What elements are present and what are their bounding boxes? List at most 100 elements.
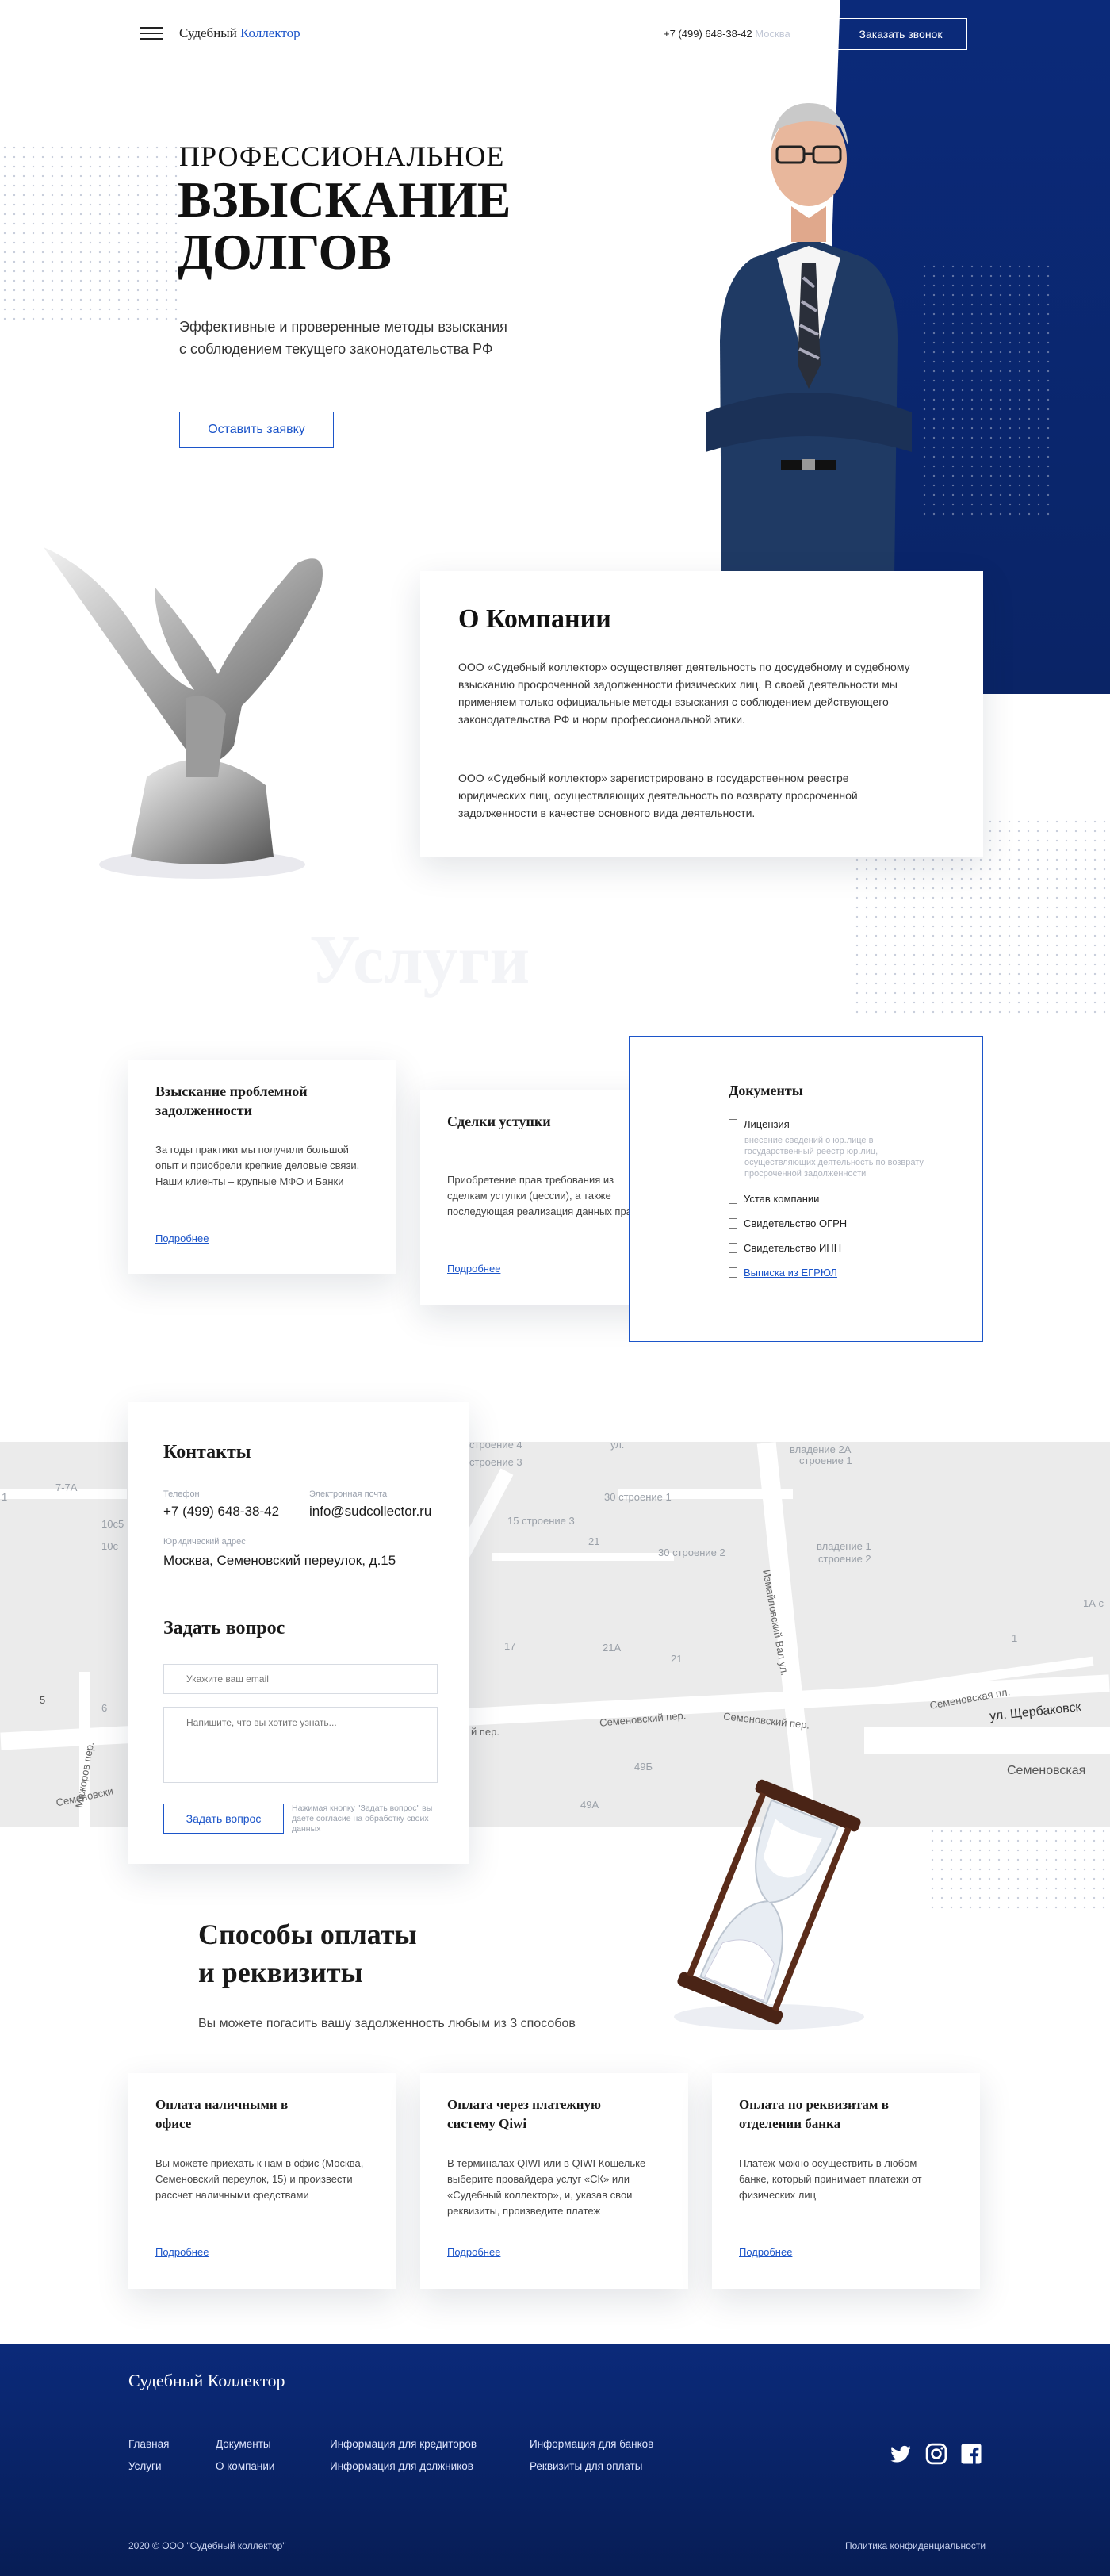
map-label: 21 bbox=[588, 1535, 600, 1547]
document-item-inn[interactable]: Свидетельство ИНН bbox=[729, 1241, 841, 1255]
payment-card-more-link[interactable]: Подробнее bbox=[155, 2246, 209, 2258]
documents-title: Документы bbox=[729, 1083, 803, 1098]
facebook-icon[interactable] bbox=[959, 2442, 983, 2466]
service-card-more-link[interactable]: Подробнее bbox=[155, 1232, 209, 1244]
payment-card-text: Вы можете приехать к нам в офис (Москва,… bbox=[155, 2157, 364, 2201]
map-label: строение 1 bbox=[799, 1455, 852, 1466]
document-item-license[interactable]: Лицензия внесение сведений о юр.лице в г… bbox=[729, 1117, 927, 1179]
map-label: владение 2А bbox=[790, 1443, 852, 1455]
map-label: 21 bbox=[671, 1653, 683, 1665]
hero-title-line3: ДОЛГОВ bbox=[178, 224, 392, 280]
payment-title-line1: Способы оплаты bbox=[198, 1919, 417, 1950]
service-card-more-link[interactable]: Подробнее bbox=[447, 1263, 500, 1275]
about-paragraph-2: ООО «Судебный коллектор» зарегистрирован… bbox=[458, 772, 858, 819]
map-label: владение 1 bbox=[817, 1540, 871, 1552]
footer: Судебный Коллектор Главная Услуги Докуме… bbox=[0, 2344, 1110, 2576]
payment-title-line2: и реквизиты bbox=[198, 1957, 363, 1988]
map-label: 10с5 bbox=[101, 1518, 124, 1530]
about-card: О Компании ООО «Судебный коллектор» осущ… bbox=[420, 571, 983, 857]
document-icon bbox=[729, 1267, 737, 1278]
contacts-phone[interactable]: +7 (499) 648-38-42 bbox=[163, 1504, 279, 1520]
services-watermark: Услуги bbox=[309, 922, 530, 999]
footer-link-banks[interactable]: Информация для банков bbox=[530, 2438, 653, 2450]
about-title: О Компании bbox=[458, 604, 611, 634]
map-label: 1 bbox=[2, 1491, 8, 1503]
leave-request-button[interactable]: Оставить заявку bbox=[179, 412, 334, 448]
payment-card-text: Платеж можно осуществить в любом банке, … bbox=[739, 2157, 922, 2201]
document-item-egrul[interactable]: Выписка из ЕГРЮЛ bbox=[729, 1266, 837, 1280]
map-label: Семеновская bbox=[1007, 1764, 1086, 1777]
email-input[interactable] bbox=[163, 1664, 438, 1694]
footer-link-about[interactable]: О компании bbox=[216, 2460, 274, 2472]
document-item-ogrn[interactable]: Свидетельство ОГРН bbox=[729, 1217, 847, 1231]
privacy-policy-link[interactable]: Политика конфиденциальности bbox=[845, 2540, 986, 2551]
footer-link-debtors[interactable]: Информация для должников bbox=[330, 2460, 473, 2472]
ask-question-button[interactable]: Задать вопрос bbox=[163, 1804, 284, 1834]
map-label: 10с bbox=[101, 1540, 118, 1552]
document-note: внесение сведений о юр.лице в государств… bbox=[744, 1136, 924, 1179]
map-label: 49А bbox=[580, 1799, 599, 1811]
payment-card-title: Оплата по реквизитам в отделении банка bbox=[739, 2097, 889, 2131]
map-label: 1 bbox=[1012, 1632, 1018, 1644]
documents-card: Документы Лицензия внесение сведений о ю… bbox=[629, 1036, 983, 1342]
footer-link-home[interactable]: Главная bbox=[128, 2438, 169, 2450]
hourglass-image bbox=[650, 1775, 888, 2037]
footer-link-documents[interactable]: Документы bbox=[216, 2438, 271, 2450]
service-card-debt-collection: Взыскание проблемной задолженности За го… bbox=[128, 1060, 396, 1274]
payment-card-more-link[interactable]: Подробнее bbox=[739, 2246, 792, 2258]
footer-link-services[interactable]: Услуги bbox=[128, 2460, 162, 2472]
footer-link-creditors[interactable]: Информация для кредиторов bbox=[330, 2438, 477, 2450]
document-icon bbox=[729, 1119, 737, 1129]
document-label: Устав компании bbox=[744, 1193, 820, 1205]
hero-dots-pattern-right bbox=[920, 262, 1054, 516]
document-label: Лицензия bbox=[744, 1118, 790, 1130]
map-label: 49Б bbox=[634, 1761, 653, 1773]
map-label: строение 4 bbox=[469, 1442, 522, 1451]
map-label: 5 bbox=[40, 1694, 46, 1706]
hero-subtitle-line1: Эффективные и проверенные методы взыскан… bbox=[179, 319, 507, 335]
service-card-text: За годы практики мы получили большой опы… bbox=[155, 1144, 360, 1187]
contacts-address: Москва, Семеновский переулок, д.15 bbox=[163, 1553, 396, 1568]
eagle-statue-image bbox=[36, 539, 337, 888]
document-icon bbox=[729, 1218, 737, 1229]
message-textarea[interactable] bbox=[163, 1707, 438, 1783]
header-phone[interactable]: +7 (499) 648-38-42 Москва bbox=[664, 28, 790, 40]
payment-card-more-link[interactable]: Подробнее bbox=[447, 2246, 500, 2258]
map-label: 30 строение 2 bbox=[658, 1547, 725, 1558]
map-label: строение 3 bbox=[469, 1456, 522, 1468]
document-label: Свидетельство ИНН bbox=[744, 1242, 842, 1254]
map-label: 30 строение 1 bbox=[604, 1491, 672, 1503]
phone-number: +7 (499) 648-38-42 bbox=[664, 28, 752, 40]
map-label: 21А bbox=[603, 1642, 622, 1654]
hero-subtitle-line2: с соблюдением текущего законодательства … bbox=[179, 341, 493, 357]
phone-label: Телефон bbox=[163, 1489, 200, 1499]
hero-title-line2: ВЗЫСКАНИЕ bbox=[178, 171, 511, 228]
document-icon bbox=[729, 1194, 737, 1204]
map-label: 7-7А bbox=[56, 1482, 78, 1493]
map-label: 17 bbox=[504, 1640, 516, 1652]
city-label: Москва bbox=[755, 28, 790, 40]
contacts-email[interactable]: info@sudcollector.ru bbox=[309, 1504, 431, 1520]
consent-text: Нажимая кнопку "Задать вопрос" вы даете … bbox=[292, 1804, 433, 1834]
about-paragraph-1: ООО «Судебный коллектор» осуществляет де… bbox=[458, 661, 910, 726]
twitter-icon[interactable] bbox=[890, 2443, 912, 2465]
brand-part2: Коллектор bbox=[240, 25, 300, 40]
service-card-title: Сделки уступки bbox=[447, 1114, 551, 1129]
document-label: Выписка из ЕГРЮЛ bbox=[744, 1267, 837, 1278]
payment-card-title: Оплата наличными в офисе bbox=[155, 2097, 289, 2131]
map-label: строение 2 bbox=[818, 1553, 871, 1565]
document-item-charter[interactable]: Устав компании bbox=[729, 1192, 819, 1206]
map-label: 1А с bbox=[1083, 1597, 1104, 1609]
brand-logo[interactable]: Судебный Коллектор bbox=[179, 25, 300, 41]
payment-subtitle: Вы можете погасить вашу задолженность лю… bbox=[198, 2017, 576, 2030]
document-icon bbox=[729, 1243, 737, 1253]
contacts-card: Контакты Телефон +7 (499) 648-38-42 Элек… bbox=[128, 1402, 469, 1864]
payment-card-title: Оплата через платежную систему Qiwi bbox=[447, 2097, 602, 2131]
footer-brand[interactable]: Судебный Коллектор bbox=[128, 2371, 285, 2391]
menu-icon[interactable] bbox=[140, 27, 163, 41]
callback-button[interactable]: Заказать звонок bbox=[834, 18, 967, 50]
contacts-title: Контакты bbox=[163, 1442, 251, 1462]
instagram-icon[interactable] bbox=[924, 2442, 948, 2466]
brand-part1: Судебный bbox=[179, 25, 237, 40]
footer-link-payment-details[interactable]: Реквизиты для оплаты bbox=[530, 2460, 643, 2472]
